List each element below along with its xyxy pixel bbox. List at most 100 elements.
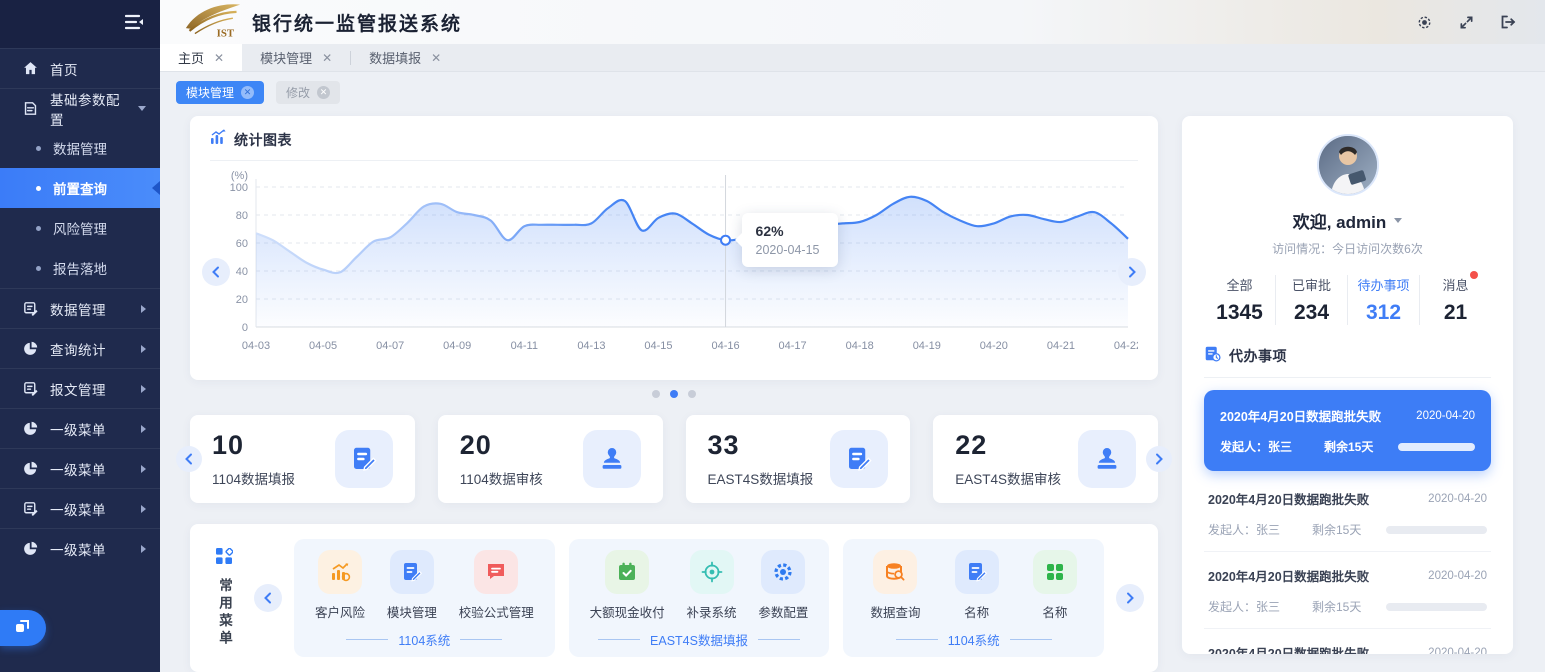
chart-next-button[interactable]	[1118, 258, 1146, 286]
sidebar-item-data-mgmt[interactable]: 数据管理	[0, 288, 160, 328]
pie-icon	[22, 540, 39, 557]
sidebar-item-message-mgmt[interactable]: 报文管理	[0, 368, 160, 408]
avatar[interactable]	[1317, 134, 1379, 196]
tab-close-icon[interactable]: ✕	[214, 51, 224, 65]
svg-text:60: 60	[236, 238, 248, 250]
todo-item[interactable]: 2020年4月20日数据跑批失败 2020-04-20 发起人：张三 剩余4天	[1204, 629, 1491, 654]
todo-item[interactable]: 2020年4月20日数据跑批失败 2020-04-20 发起人：张三 剩余15天	[1204, 475, 1491, 552]
pagination-dot[interactable]	[688, 390, 696, 398]
todo-title: 代办事项	[1229, 346, 1287, 366]
menu-item-data-query[interactable]: 数据查询	[870, 550, 920, 621]
chip-close-icon[interactable]: ✕	[241, 86, 254, 99]
sidebar-subitem-label: 数据管理	[53, 138, 107, 158]
module-doc-icon	[955, 550, 999, 594]
cards-prev-button[interactable]	[176, 446, 202, 472]
svg-text:04-03: 04-03	[242, 340, 270, 352]
stat-card-row: 10 1104数据填报 20 1104数据审核	[190, 415, 1158, 503]
settings-icon[interactable]	[1415, 13, 1433, 31]
sidebar-item-level1-menu-1[interactable]: 一级菜单	[0, 408, 160, 448]
pie-icon	[22, 460, 39, 477]
sidebar-subitem-label: 报告落地	[53, 258, 107, 278]
sidebar-subitem-risk-mgmt[interactable]: 风险管理	[0, 208, 160, 248]
menu-item-param-config[interactable]: 参数配置	[758, 550, 808, 621]
tab-data-fill[interactable]: 数据填报 ✕	[351, 44, 459, 71]
chip-label: 模块管理	[186, 84, 234, 101]
svg-text:04-16: 04-16	[711, 340, 739, 352]
chip-module-mgmt[interactable]: 模块管理 ✕	[176, 81, 264, 104]
stat-card-east4s-fill[interactable]: 33 EAST4S数据填报	[686, 415, 911, 503]
chevron-right-icon	[1126, 266, 1138, 278]
sidebar-item-home[interactable]: 首页	[0, 48, 160, 88]
stat-label: 1104数据审核	[460, 468, 543, 488]
todo-item[interactable]: 2020年4月20日数据跑批失败 2020-04-20 发起人：张三 剩余15天	[1204, 552, 1491, 629]
stat-approved[interactable]: 已审批 234	[1275, 275, 1347, 325]
user-dropdown-icon[interactable]	[1394, 218, 1402, 223]
chip-modify[interactable]: 修改 ✕	[276, 81, 340, 104]
chevron-right-icon	[141, 345, 146, 353]
sidebar-item-params[interactable]: 基础参数配置	[0, 88, 160, 128]
menu-next-button[interactable]	[1116, 584, 1144, 612]
chart-area: 100806040200(%)04-0304-0504-0704-0904-11…	[210, 169, 1138, 374]
sidebar-subitem-data-mgmt[interactable]: 数据管理	[0, 128, 160, 168]
logout-icon[interactable]	[1499, 13, 1517, 31]
chip-close-icon[interactable]: ✕	[317, 86, 330, 99]
tab-home[interactable]: 主页 ✕	[160, 44, 242, 71]
pagination-dot[interactable]	[670, 390, 678, 398]
sidebar-item-level1-menu-3[interactable]: 一级菜单	[0, 488, 160, 528]
cards-next-button[interactable]	[1146, 446, 1172, 472]
stat-card-east4s-review[interactable]: 22 EAST4S数据审核	[933, 415, 1158, 503]
menu-item-label: 参数配置	[758, 602, 808, 621]
sidebar-subitem-report-landing[interactable]: 报告落地	[0, 248, 160, 288]
chevron-right-icon	[141, 385, 146, 393]
menu-item-large-cash[interactable]: 大额现金收付	[590, 550, 665, 621]
chevron-right-icon	[141, 425, 146, 433]
brand: IST 银行统一监管报送系统	[184, 1, 462, 44]
menu-item-label: 模块管理	[387, 602, 437, 621]
chevron-right-icon	[1124, 592, 1136, 604]
sidebar-item-level1-menu-2[interactable]: 一级菜单	[0, 448, 160, 488]
collapse-menu-icon[interactable]	[125, 14, 144, 35]
menu-item-supplement-system[interactable]: 补录系统	[687, 550, 737, 621]
menu-prev-button[interactable]	[254, 584, 282, 612]
bullet-icon	[36, 226, 41, 231]
stat-card-1104-fill[interactable]: 10 1104数据填报	[190, 415, 415, 503]
tab-module-mgmt[interactable]: 模块管理 ✕	[242, 44, 350, 71]
app-root: 首页 基础参数配置 数据管理 前置查询 风险管理 报告落地 数据管理	[0, 0, 1545, 672]
menu-group-1104: 客户风险 模块管理	[294, 539, 555, 657]
window-switch-icon	[14, 617, 32, 640]
tab-close-icon[interactable]: ✕	[322, 51, 332, 65]
tab-close-icon[interactable]: ✕	[431, 51, 441, 65]
menu-group-east4s: 大额现金收付 补录系统	[569, 539, 830, 657]
sidebar-item-label: 基础参数配置	[50, 89, 127, 129]
pagination-dot[interactable]	[652, 390, 660, 398]
sidebar-subitem-pre-query[interactable]: 前置查询	[0, 168, 160, 208]
form-edit-icon	[335, 430, 393, 488]
form-edit-icon	[830, 430, 888, 488]
sidebar-item-query-stats[interactable]: 查询统计	[0, 328, 160, 368]
menu-item-module-mgmt[interactable]: 模块管理	[387, 550, 437, 621]
layout-switch-button[interactable]	[0, 610, 46, 646]
stat-card-1104-review[interactable]: 20 1104数据审核	[438, 415, 663, 503]
menu-item-label: 名称	[1042, 602, 1067, 621]
menu-item-name-2[interactable]: 名称	[1033, 550, 1077, 621]
sidebar-item-level1-menu-4[interactable]: 一级菜单	[0, 528, 160, 568]
stat-all[interactable]: 全部 1345	[1204, 275, 1275, 325]
chart-prev-button[interactable]	[202, 258, 230, 286]
home-icon	[22, 60, 39, 77]
menu-item-customer-risk[interactable]: 客户风险	[315, 550, 365, 621]
stat-messages[interactable]: 消息 21	[1419, 275, 1491, 325]
fullscreen-icon[interactable]	[1457, 13, 1475, 31]
menu-item-name-1[interactable]: 名称	[955, 550, 999, 621]
menu-group-1104-2: 数据查询 名称	[843, 539, 1104, 657]
stat-todo[interactable]: 待办事项 312	[1347, 275, 1419, 325]
menu-item-formula-mgmt[interactable]: 校验公式管理	[459, 550, 534, 621]
chevron-right-icon	[141, 305, 146, 313]
tab-label: 模块管理	[260, 48, 312, 67]
svg-text:IST: IST	[217, 27, 235, 39]
svg-text:04-22: 04-22	[1114, 340, 1138, 352]
data-search-icon	[873, 550, 917, 594]
todo-item[interactable]: 2020年4月20日数据跑批失败 2020-04-20 发起人：张三 剩余15天	[1204, 390, 1491, 471]
params-doc-icon	[22, 100, 39, 117]
menu-group-caption: 1104系统	[853, 630, 1094, 649]
pie-icon	[22, 340, 39, 357]
